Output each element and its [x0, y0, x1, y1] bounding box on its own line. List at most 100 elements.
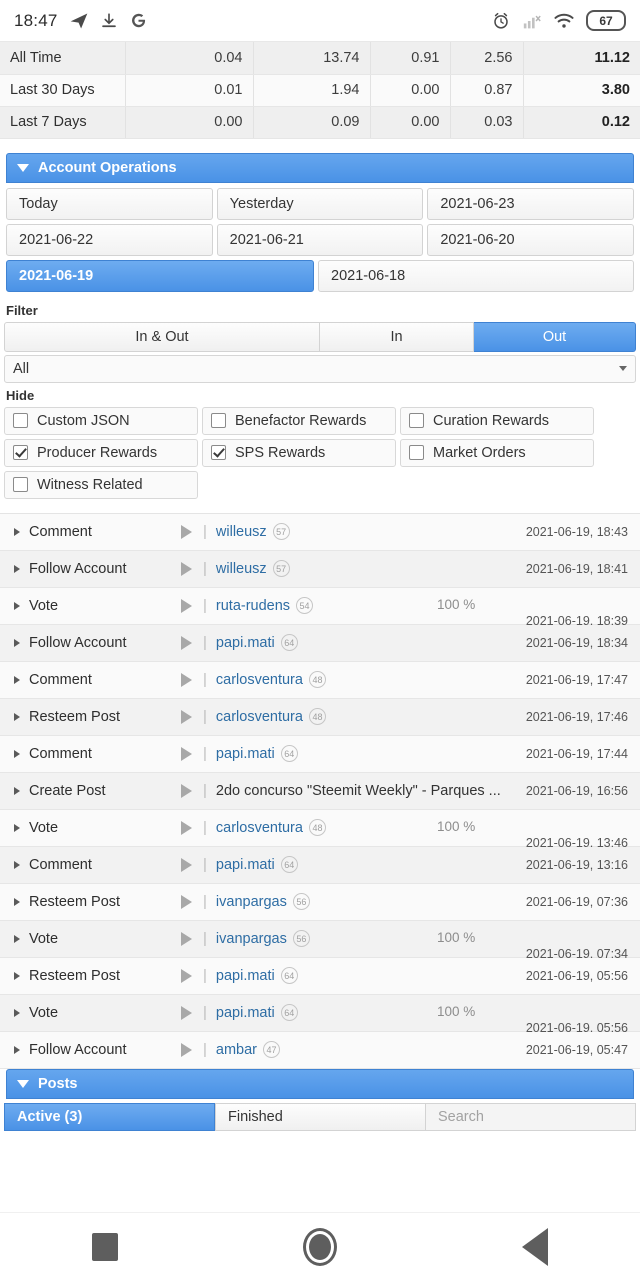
- list-item[interactable]: Follow Account | ambar 47 2021-06-19, 05…: [0, 1031, 640, 1069]
- operation-target[interactable]: papi.mati: [216, 635, 275, 651]
- tab-active[interactable]: Active (3): [4, 1102, 215, 1131]
- filter-type-select[interactable]: All: [4, 354, 636, 383]
- expand-chevron-icon[interactable]: [14, 712, 20, 721]
- expand-chevron-icon[interactable]: [14, 601, 20, 610]
- expand-chevron-icon[interactable]: [14, 564, 20, 573]
- account-operations-header[interactable]: Account Operations: [6, 152, 634, 183]
- operation-target[interactable]: willeusz: [216, 524, 267, 540]
- operation-target[interactable]: willeusz: [216, 561, 267, 577]
- back-triangle-icon[interactable]: [521, 1227, 548, 1266]
- expand-chevron-icon[interactable]: [14, 638, 20, 647]
- list-item[interactable]: Vote | ivanpargas 56 100 % 2021-06-19, 0…: [0, 920, 640, 961]
- play-icon[interactable]: [181, 1005, 192, 1020]
- hide-checkbox-witness-related[interactable]: Witness Related: [4, 470, 198, 499]
- operation-target[interactable]: papi.mati: [216, 857, 275, 873]
- hide-checkbox-market-orders[interactable]: Market Orders: [400, 438, 594, 467]
- list-item[interactable]: Comment | papi.mati 64 2021-06-19, 13:16: [0, 846, 640, 884]
- play-icon[interactable]: [181, 857, 192, 872]
- operation-target[interactable]: papi.mati: [216, 746, 275, 762]
- hide-checkbox-custom-json[interactable]: Custom JSON: [4, 406, 198, 435]
- list-item[interactable]: Resteem Post | papi.mati 64 2021-06-19, …: [0, 957, 640, 995]
- list-item[interactable]: Comment | papi.mati 64 2021-06-19, 17:44: [0, 735, 640, 773]
- expand-chevron-icon[interactable]: [14, 971, 20, 980]
- expand-chevron-icon[interactable]: [14, 897, 20, 906]
- play-icon[interactable]: [181, 746, 192, 761]
- operation-target[interactable]: 2do concurso "Steemit Weekly" - Parques …: [216, 783, 501, 799]
- expand-chevron-icon[interactable]: [14, 860, 20, 869]
- operation-target[interactable]: ivanpargas: [216, 894, 287, 910]
- operation-target[interactable]: ruta-rudens: [216, 598, 290, 614]
- list-item[interactable]: Comment | willeusz 57 2021-06-19, 18:43: [0, 513, 640, 551]
- filter-tab-in-and-out[interactable]: In & Out: [4, 321, 320, 352]
- expand-chevron-icon[interactable]: [14, 749, 20, 758]
- play-icon[interactable]: [181, 524, 192, 539]
- checkbox-icon[interactable]: [211, 413, 226, 428]
- expand-chevron-icon[interactable]: [14, 823, 20, 832]
- operation-target[interactable]: carlosventura: [216, 709, 303, 725]
- checkbox-icon[interactable]: [13, 413, 28, 428]
- play-icon[interactable]: [181, 1042, 192, 1057]
- play-icon[interactable]: [181, 783, 192, 798]
- expand-chevron-icon[interactable]: [14, 1008, 20, 1017]
- recents-square-icon[interactable]: [92, 1232, 119, 1261]
- date-button-2021-06-18[interactable]: 2021-06-18: [318, 259, 634, 292]
- list-item[interactable]: Resteem Post | ivanpargas 56 2021-06-19,…: [0, 883, 640, 921]
- list-item[interactable]: Comment | carlosventura 48 2021-06-19, 1…: [0, 661, 640, 699]
- play-icon[interactable]: [181, 820, 192, 835]
- reputation-badge: 56: [292, 930, 310, 947]
- operation-target[interactable]: papi.mati: [216, 1005, 275, 1021]
- date-button-2021-06-23[interactable]: 2021-06-23: [427, 187, 635, 220]
- hide-checkbox-label: Custom JSON: [37, 412, 130, 429]
- list-item[interactable]: Follow Account | willeusz 57 2021-06-19,…: [0, 550, 640, 588]
- expand-chevron-icon[interactable]: [14, 786, 20, 795]
- play-icon[interactable]: [181, 598, 192, 613]
- play-icon[interactable]: [181, 894, 192, 909]
- expand-chevron-icon[interactable]: [14, 527, 20, 536]
- reputation-badge: 48: [308, 819, 326, 836]
- checkbox-icon[interactable]: [13, 477, 28, 492]
- operation-target[interactable]: papi.mati: [216, 968, 275, 984]
- play-icon[interactable]: [181, 561, 192, 576]
- posts-search-input[interactable]: Search: [426, 1102, 636, 1131]
- checkbox-icon[interactable]: [13, 445, 28, 460]
- row-cell-2: 0.09: [253, 106, 371, 139]
- list-item[interactable]: Follow Account | papi.mati 64 2021-06-19…: [0, 624, 640, 662]
- list-item[interactable]: Create Post | 2do concurso "Steemit Week…: [0, 772, 640, 810]
- play-icon[interactable]: [181, 672, 192, 687]
- play-icon[interactable]: [181, 709, 192, 724]
- filter-tab-out[interactable]: Out: [474, 321, 636, 352]
- date-button-2021-06-19[interactable]: 2021-06-19: [6, 259, 314, 292]
- expand-chevron-icon[interactable]: [14, 1045, 20, 1054]
- posts-header[interactable]: Posts: [6, 1068, 634, 1099]
- list-item[interactable]: Vote | papi.mati 64 100 % 2021-06-19, 05…: [0, 994, 640, 1035]
- list-item[interactable]: Vote | carlosventura 48 100 % 2021-06-19…: [0, 809, 640, 850]
- expand-chevron-icon[interactable]: [14, 675, 20, 684]
- hide-checkbox-producer-rewards[interactable]: Producer Rewards: [4, 438, 198, 467]
- play-icon[interactable]: [181, 931, 192, 946]
- hide-checkbox-benefactor-rewards[interactable]: Benefactor Rewards: [202, 406, 396, 435]
- filter-tab-in[interactable]: In: [320, 321, 474, 352]
- hide-checkbox-curation-rewards[interactable]: Curation Rewards: [400, 406, 594, 435]
- checkbox-icon[interactable]: [409, 445, 424, 460]
- hide-checkbox-sps-rewards[interactable]: SPS Rewards: [202, 438, 396, 467]
- list-item[interactable]: Resteem Post | carlosventura 48 2021-06-…: [0, 698, 640, 736]
- expand-chevron-icon[interactable]: [14, 934, 20, 943]
- date-button-yesterday[interactable]: Yesterday: [216, 187, 424, 220]
- checkbox-icon[interactable]: [409, 413, 424, 428]
- operation-target[interactable]: carlosventura: [216, 672, 303, 688]
- operation-target[interactable]: ambar: [216, 1042, 257, 1058]
- play-icon[interactable]: [181, 635, 192, 650]
- hide-label: Hide: [6, 387, 35, 403]
- date-button-2021-06-21[interactable]: 2021-06-21: [216, 223, 424, 256]
- operation-target[interactable]: carlosventura: [216, 820, 303, 836]
- home-circle-icon[interactable]: [302, 1227, 337, 1266]
- collapse-triangle-icon: [17, 163, 29, 172]
- tab-finished[interactable]: Finished: [215, 1102, 426, 1131]
- date-button-2021-06-22[interactable]: 2021-06-22: [6, 223, 213, 256]
- date-button-2021-06-20[interactable]: 2021-06-20: [427, 223, 635, 256]
- operation-target[interactable]: ivanpargas: [216, 931, 287, 947]
- checkbox-icon[interactable]: [211, 445, 226, 460]
- list-item[interactable]: Vote | ruta-rudens 54 100 % 2021-06-19, …: [0, 587, 640, 628]
- play-icon[interactable]: [181, 968, 192, 983]
- date-button-today[interactable]: Today: [6, 187, 213, 220]
